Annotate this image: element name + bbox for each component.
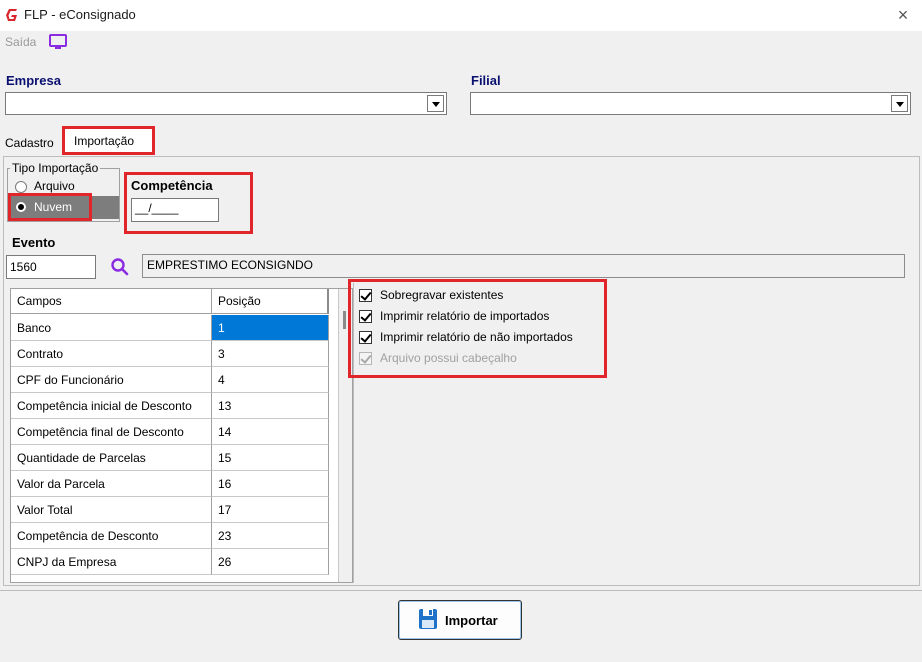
checkbox-relatorio-nao-importados[interactable] — [359, 331, 372, 344]
grid-cell-campo[interactable]: CPF do Funcionário — [11, 367, 212, 393]
checkbox-sobregravar-label: Sobregravar existentes — [380, 288, 504, 302]
window-title: FLP - eConsignado — [24, 7, 136, 22]
grid-cell-posicao[interactable]: 16 — [212, 471, 329, 497]
grid-cell-campo[interactable]: Valor da Parcela — [11, 471, 212, 497]
importar-button-label: Importar — [445, 613, 498, 628]
grid-cell-campo[interactable]: Contrato — [11, 341, 212, 367]
checkbox-relatorio-importados-label: Imprimir relatório de importados — [380, 309, 550, 323]
grid-cell-posicao[interactable]: 14 — [212, 419, 329, 445]
grid-cell-posicao[interactable]: 13 — [212, 393, 329, 419]
checkbox-relatorio-importados[interactable] — [359, 310, 372, 323]
grid-scroll-thumb[interactable] — [343, 311, 346, 329]
highlight-tab — [62, 126, 155, 155]
grid-cell-posicao[interactable]: 17 — [212, 497, 329, 523]
filial-label: Filial — [471, 73, 501, 88]
grid-cell-posicao[interactable]: 26 — [212, 549, 329, 575]
grid-cell-campo[interactable]: CNPJ da Empresa — [11, 549, 212, 575]
radio-arquivo[interactable] — [15, 181, 27, 193]
save-icon — [419, 609, 437, 629]
evento-code-input[interactable]: 1560 — [6, 255, 96, 279]
monitor-icon[interactable] — [48, 33, 68, 51]
grid-cell-campo[interactable]: Competência inicial de Desconto — [11, 393, 212, 419]
chevron-down-icon[interactable] — [891, 95, 908, 112]
grid-cell-campo[interactable]: Banco — [11, 315, 212, 341]
grid-cell-campo[interactable]: Valor Total — [11, 497, 212, 523]
checkbox-cabecalho-label: Arquivo possui cabeçalho — [380, 351, 517, 365]
tab-cadastro[interactable]: Cadastro — [5, 136, 54, 150]
grid-cell-campo[interactable]: Competência de Desconto — [11, 523, 212, 549]
grid-cell-posicao[interactable]: 15 — [212, 445, 329, 471]
app-logo-icon — [6, 9, 17, 21]
competencia-label: Competência — [131, 178, 213, 193]
grid-cell-campo[interactable]: Competência final de Desconto — [11, 419, 212, 445]
highlight-nuvem — [8, 193, 92, 221]
grid-cell-posicao[interactable]: 4 — [212, 367, 329, 393]
grid-cell-posicao[interactable]: 1 — [212, 315, 329, 341]
campos-grid[interactable]: Campos Posição Banco 1 Contrato 3 CPF do… — [10, 288, 353, 583]
grid-header-campos[interactable]: Campos — [11, 289, 212, 314]
grid-cell-campo[interactable]: Quantidade de Parcelas — [11, 445, 212, 471]
competencia-input[interactable]: __/____ — [131, 198, 219, 222]
footer-divider — [0, 590, 922, 591]
tipo-importacao-title: Tipo Importação — [10, 161, 101, 175]
empresa-combo[interactable] — [5, 92, 447, 115]
menu-saida[interactable]: Saída — [5, 35, 36, 49]
chevron-down-icon[interactable] — [427, 95, 444, 112]
filial-combo[interactable] — [470, 92, 911, 115]
radio-arquivo-label: Arquivo — [34, 179, 75, 193]
checkbox-relatorio-nao-importados-label: Imprimir relatório de não importados — [380, 330, 573, 344]
close-icon[interactable]: × — [890, 2, 916, 28]
grid-header-posicao[interactable]: Posição — [212, 289, 329, 314]
evento-description: EMPRESTIMO ECONSIGNDO — [142, 254, 905, 278]
evento-label: Evento — [12, 235, 56, 250]
checkbox-cabecalho — [359, 352, 372, 365]
search-icon[interactable] — [110, 257, 130, 277]
grid-cell-posicao[interactable]: 3 — [212, 341, 329, 367]
title-bar — [0, 0, 922, 31]
empresa-label: Empresa — [6, 73, 61, 88]
checkbox-sobregravar[interactable] — [359, 289, 372, 302]
grid-cell-posicao[interactable]: 23 — [212, 523, 329, 549]
